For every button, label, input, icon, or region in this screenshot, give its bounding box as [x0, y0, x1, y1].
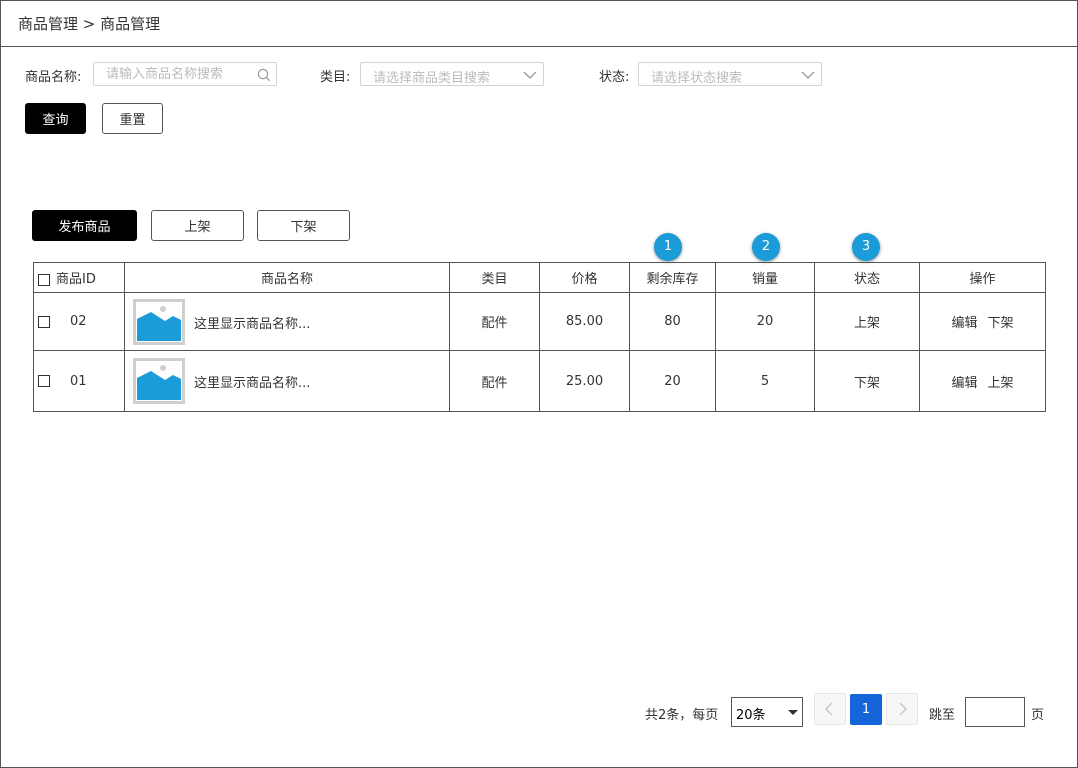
row-name-cell: 这里显示商品名称...: [124, 350, 450, 412]
caret-down-icon: [788, 710, 798, 715]
row-status: 上架: [814, 292, 920, 351]
row-actions: 编辑 上架: [919, 350, 1046, 412]
annotation-badge-1: 1: [654, 233, 682, 261]
jump-page-field[interactable]: [965, 697, 1025, 727]
category-select-placeholder: 请选择商品类目搜索: [373, 71, 491, 86]
jump-to-label: 跳至: [929, 708, 956, 723]
product-name-input[interactable]: [106, 66, 246, 82]
chevron-left-icon: [824, 702, 833, 716]
next-page-button[interactable]: [886, 693, 918, 725]
jump-page-input[interactable]: [968, 699, 1022, 725]
header-id-label: 商品ID: [56, 272, 96, 287]
breadcrumb: 商品管理 > 商品管理: [18, 15, 161, 33]
status-select-placeholder: 请选择状态搜索: [651, 71, 743, 86]
header-divider: [0, 46, 1078, 47]
select-all-checkbox[interactable]: [38, 273, 50, 286]
row-status: 下架: [814, 350, 920, 412]
header-actions: 操作: [919, 262, 1046, 293]
row-category: 配件: [449, 350, 540, 412]
annotation-badge-3: 3: [852, 233, 880, 261]
status-label: 状态:: [599, 70, 630, 85]
row-actions: 编辑 下架: [919, 292, 1046, 351]
row-id-cell: 02: [33, 292, 125, 351]
row-sales: 20: [715, 292, 815, 351]
pagination-total: 共2条，每页: [645, 708, 719, 723]
query-button[interactable]: 查询: [25, 103, 86, 134]
product-image-placeholder-icon: [133, 298, 185, 345]
shelf-toggle-link[interactable]: 上架: [988, 376, 1014, 391]
header-sales: 销量: [715, 262, 815, 293]
header-id: 商品ID: [33, 262, 125, 293]
row-checkbox[interactable]: [38, 375, 50, 387]
table-header-row: 商品ID 商品名称 类目 价格 剩余库存 销量 状态 操作: [33, 262, 1046, 293]
row-sales: 5: [715, 350, 815, 412]
product-name-field[interactable]: [93, 62, 277, 86]
table-row: 02 这里显示商品名称... 配件 85.00 80 20 上架 编辑 下架: [33, 292, 1046, 351]
category-select[interactable]: 请选择商品类目搜索: [360, 62, 544, 86]
product-name-label: 商品名称:: [25, 70, 82, 85]
row-id: 01: [70, 373, 87, 389]
product-name[interactable]: 这里显示商品名称...: [194, 313, 310, 332]
header-category: 类目: [449, 262, 540, 293]
row-price: 85.00: [539, 292, 630, 351]
product-table: 商品ID 商品名称 类目 价格 剩余库存 销量 状态 操作 02 这里显示商品名…: [33, 262, 1046, 412]
product-name[interactable]: 这里显示商品名称...: [194, 372, 310, 391]
annotation-badge-2: 2: [752, 233, 780, 261]
header-price: 价格: [539, 262, 630, 293]
header-name: 商品名称: [124, 262, 450, 293]
row-name-cell: 这里显示商品名称...: [124, 292, 450, 351]
off-shelf-button[interactable]: 下架: [257, 210, 350, 241]
header-stock: 剩余库存: [629, 262, 716, 293]
shelf-toggle-link[interactable]: 下架: [988, 316, 1014, 331]
prev-page-button[interactable]: [814, 693, 846, 725]
header-status: 状态: [814, 262, 920, 293]
chevron-down-icon: [523, 71, 537, 79]
row-category: 配件: [449, 292, 540, 351]
page-suffix-label: 页: [1031, 708, 1045, 723]
edit-link[interactable]: 编辑: [951, 376, 977, 391]
on-shelf-button[interactable]: 上架: [151, 210, 244, 241]
row-id: 02: [70, 314, 87, 329]
page-size-value: 20条: [736, 708, 766, 723]
row-stock: 80: [629, 292, 716, 351]
row-checkbox[interactable]: [38, 315, 50, 328]
search-icon[interactable]: [257, 68, 271, 82]
chevron-down-icon: [801, 71, 815, 79]
page-size-select[interactable]: 20条: [731, 697, 803, 727]
row-stock: 20: [629, 350, 716, 412]
reset-button[interactable]: 重置: [102, 103, 163, 134]
row-id-cell: 01: [33, 350, 125, 412]
edit-link[interactable]: 编辑: [951, 316, 977, 331]
category-label: 类目:: [320, 70, 351, 85]
page-number-current[interactable]: 1: [850, 694, 882, 725]
chevron-right-icon: [899, 702, 908, 716]
row-price: 25.00: [539, 350, 630, 412]
status-select[interactable]: 请选择状态搜索: [638, 62, 822, 86]
product-image-placeholder-icon: [133, 358, 185, 404]
table-row: 01 这里显示商品名称... 配件 25.00 20 5 下架 编辑 上架: [33, 350, 1046, 412]
publish-product-button[interactable]: 发布商品: [32, 210, 137, 241]
